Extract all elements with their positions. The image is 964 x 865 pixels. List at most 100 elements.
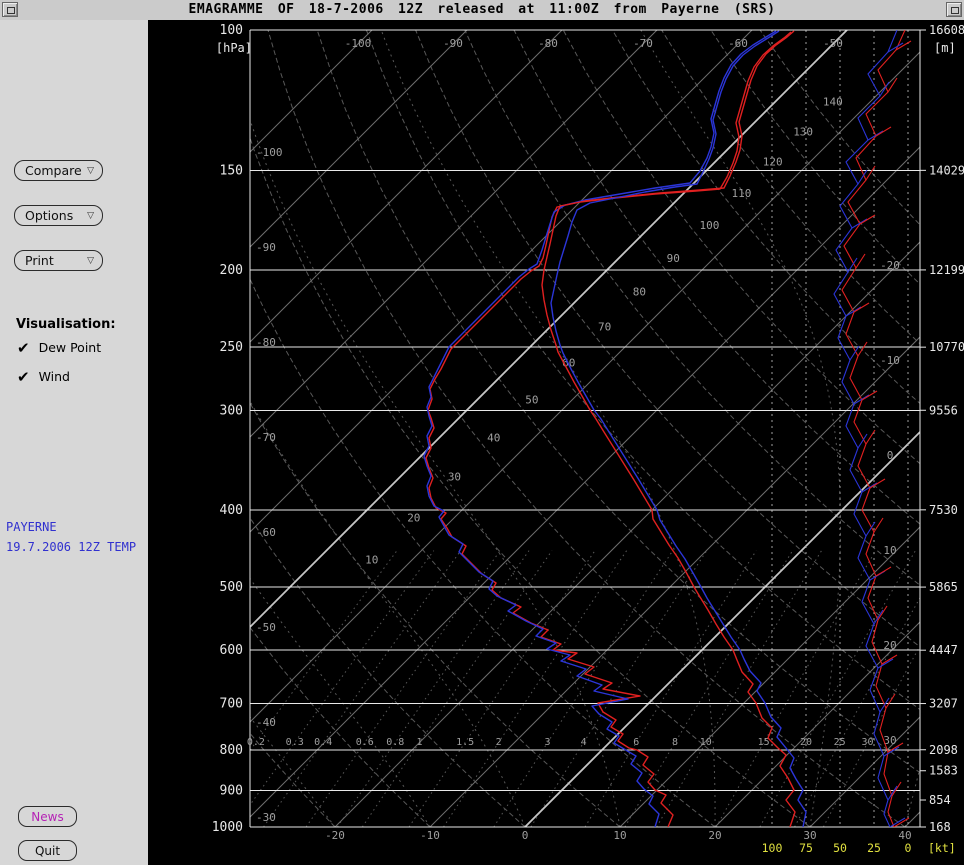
svg-text:250: 250: [220, 340, 243, 355]
window-title: EMAGRAMME OF 18-7-2006 12Z released at 1…: [0, 0, 964, 20]
svg-text:1: 1: [417, 737, 423, 748]
svg-text:-80: -80: [538, 37, 558, 50]
svg-text:25: 25: [867, 841, 881, 855]
station-sounding-info: 19.7.2006 12Z TEMP: [6, 540, 136, 554]
dropdown-arrow-icon: ▽: [87, 211, 94, 221]
svg-text:100: 100: [220, 23, 243, 38]
svg-text:800: 800: [220, 743, 243, 758]
svg-text:-70: -70: [633, 37, 653, 50]
wind-checkbox[interactable]: ✔: [17, 370, 30, 384]
svg-text:400: 400: [220, 503, 243, 518]
svg-text:40: 40: [487, 431, 500, 444]
svg-text:20: 20: [883, 639, 896, 652]
quit-button[interactable]: Quit: [18, 840, 77, 861]
svg-text:900: 900: [220, 784, 243, 799]
svg-text:854: 854: [929, 793, 951, 807]
svg-text:4: 4: [581, 737, 587, 748]
svg-text:-90: -90: [256, 241, 276, 254]
svg-text:-30: -30: [256, 811, 276, 824]
dropdown-arrow-icon: ▽: [87, 256, 94, 266]
svg-text:4447: 4447: [929, 643, 958, 657]
wind-checkbox-row: ✔ Wind: [17, 369, 70, 384]
options-button-label: Options: [25, 208, 73, 223]
svg-text:100: 100: [700, 219, 720, 232]
svg-text:40: 40: [898, 829, 911, 842]
svg-text:30: 30: [803, 829, 816, 842]
dew-point-checkbox[interactable]: ✔: [17, 341, 30, 355]
svg-text:-20: -20: [880, 259, 900, 272]
svg-text:200: 200: [220, 263, 243, 278]
svg-text:-60: -60: [728, 37, 748, 50]
svg-text:9556: 9556: [929, 403, 958, 417]
svg-text:[hPa]: [hPa]: [216, 41, 252, 55]
news-button[interactable]: News: [18, 806, 77, 827]
svg-text:1583: 1583: [929, 764, 958, 778]
svg-text:10: 10: [700, 737, 712, 748]
news-button-label: News: [31, 810, 63, 824]
svg-text:90: 90: [667, 252, 680, 265]
svg-text:14029: 14029: [929, 163, 964, 177]
svg-text:0: 0: [905, 841, 912, 855]
svg-text:10: 10: [365, 553, 378, 566]
svg-text:20: 20: [407, 511, 420, 524]
svg-text:3207: 3207: [929, 697, 958, 711]
svg-text:700: 700: [220, 697, 243, 712]
svg-text:-100: -100: [345, 37, 372, 50]
svg-text:0.2: 0.2: [247, 737, 265, 748]
svg-text:3: 3: [545, 737, 551, 748]
svg-text:0: 0: [887, 449, 894, 462]
svg-text:12199: 12199: [929, 263, 964, 277]
svg-text:70: 70: [598, 321, 611, 334]
svg-text:2: 2: [496, 737, 502, 748]
options-button[interactable]: Options ▽: [14, 205, 103, 226]
svg-text:-10: -10: [880, 354, 900, 367]
svg-text:-40: -40: [256, 716, 276, 729]
dropdown-arrow-icon: ▽: [87, 166, 94, 176]
window-minimize-icon: [951, 7, 959, 14]
svg-text:2098: 2098: [929, 743, 958, 757]
window-minimize-button[interactable]: [946, 2, 962, 17]
svg-text:-50: -50: [256, 621, 276, 634]
svg-text:75: 75: [799, 841, 813, 855]
title-bar: EMAGRAMME OF 18-7-2006 12Z released at 1…: [0, 0, 964, 20]
compare-button-label: Compare: [25, 163, 82, 178]
application-window: EMAGRAMME OF 18-7-2006 12Z released at 1…: [0, 0, 964, 865]
svg-text:300: 300: [220, 403, 243, 418]
svg-text:16608: 16608: [929, 23, 964, 37]
svg-text:-10: -10: [420, 829, 440, 842]
svg-text:6: 6: [633, 737, 639, 748]
emagram-chart: 1001502002503004005006007008009001000[hP…: [148, 20, 964, 865]
svg-text:-20: -20: [325, 829, 345, 842]
svg-text:0: 0: [522, 829, 529, 842]
svg-text:-70: -70: [256, 431, 276, 444]
svg-text:-80: -80: [256, 336, 276, 349]
svg-text:20: 20: [708, 829, 721, 842]
svg-text:120: 120: [763, 156, 783, 169]
svg-text:-50: -50: [823, 37, 843, 50]
dew-point-checkbox-label: Dew Point: [39, 340, 102, 355]
quit-button-label: Quit: [35, 844, 60, 858]
compare-button[interactable]: Compare ▽: [14, 160, 103, 181]
svg-text:0.6: 0.6: [356, 737, 374, 748]
print-button[interactable]: Print ▽: [14, 250, 103, 271]
station-name: PAYERNE: [6, 520, 57, 534]
svg-text:130: 130: [793, 125, 813, 138]
svg-text:[kt]: [kt]: [928, 841, 956, 855]
svg-text:1000: 1000: [212, 820, 243, 835]
svg-text:0.4: 0.4: [314, 737, 332, 748]
svg-text:168: 168: [929, 820, 951, 834]
visualisation-heading: Visualisation:: [16, 317, 116, 332]
svg-text:25: 25: [834, 737, 846, 748]
svg-text:30: 30: [448, 471, 461, 484]
svg-text:-90: -90: [443, 37, 463, 50]
svg-text:0.8: 0.8: [386, 737, 404, 748]
wind-checkbox-label: Wind: [39, 369, 70, 384]
svg-text:140: 140: [823, 96, 843, 109]
svg-text:10770: 10770: [929, 340, 964, 354]
print-button-label: Print: [25, 253, 54, 268]
svg-text:20: 20: [800, 737, 812, 748]
svg-text:-100: -100: [256, 146, 283, 159]
dew-point-checkbox-row: ✔ Dew Point: [17, 340, 101, 355]
svg-text:110: 110: [732, 187, 752, 200]
svg-text:10: 10: [613, 829, 626, 842]
